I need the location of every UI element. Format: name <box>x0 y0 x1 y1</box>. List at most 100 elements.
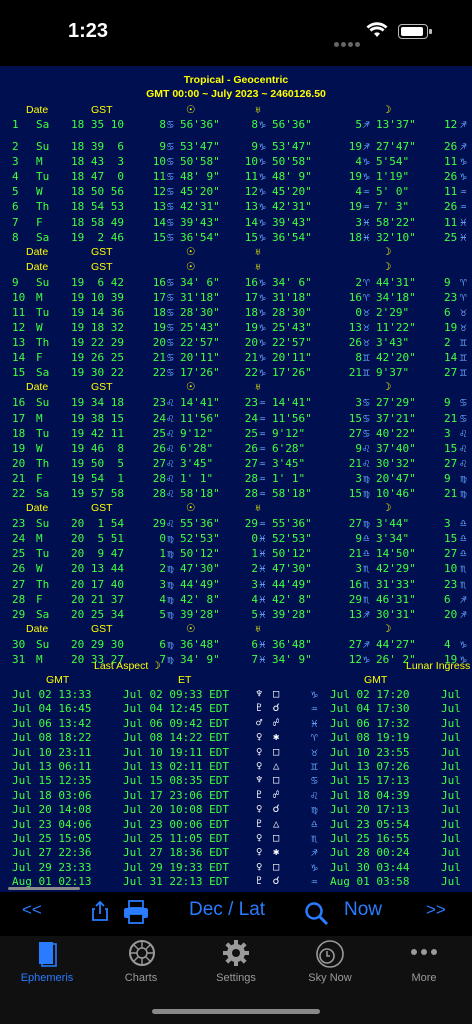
moon-degree: 19 <box>348 140 362 153</box>
sun-sign-glyph: ♍ <box>167 577 174 591</box>
print-icon[interactable] <box>122 900 150 929</box>
aspect-header-row: GMT ET GMT <box>0 674 472 688</box>
ephemeris-row: 20 Th 19 50 5 27 ♌ 3'45" 27 ♒ 3'45" 21 ♌ 30'32" 27 ♌ <box>0 457 472 471</box>
next-column-sign: ♉ <box>460 321 467 334</box>
sun-minutes: 47'30" <box>180 562 220 576</box>
now-button[interactable]: Now <box>344 899 382 921</box>
wifi-icon <box>366 22 388 42</box>
ingress-sign-glyph: ♌ <box>311 788 318 802</box>
ingress-gmt-time: Aug 01 03:58 <box>330 875 410 889</box>
next-column-degree: 26 <box>444 170 458 184</box>
dec-lat-toggle-button[interactable]: Dec / Lat <box>189 899 265 921</box>
ephemeris-row: 1 Sa 18 35 10 8 ♋ 56'36" 8 ♑ 56'36" 5 ♐ 13'37" 12 ♐ <box>0 118 472 132</box>
search-icon[interactable] <box>304 901 330 932</box>
uranus-degree: 10 <box>244 155 258 169</box>
uranus-degree: 11 <box>244 170 258 184</box>
aspect-glyph: □ <box>273 832 280 844</box>
home-indicator <box>152 1009 320 1014</box>
sun-sign-glyph: ♋ <box>167 290 174 304</box>
moon-minutes: 58'22" <box>376 215 416 229</box>
next-month-button[interactable]: >> <box>426 900 446 920</box>
weekday: Th <box>36 456 50 470</box>
uranus-sign-glyph: ♑ <box>259 118 266 131</box>
sidereal-time: 20 25 34 <box>71 607 124 621</box>
ephemeris-row: 2 Su 18 39 6 9 ♋ 53'47" 9 ♑ 53'47" 19 ♐ 27'47" 26 ♐ <box>0 140 472 154</box>
ephemeris-table[interactable]: Tropical - Geocentric GMT 00:00 ~ July 2… <box>0 66 472 892</box>
day-number: 8 <box>12 230 19 244</box>
sun-minutes: 14'41" <box>180 396 220 410</box>
next-column-sign: ♌ <box>460 441 467 455</box>
moon-degree: 3 <box>355 215 362 229</box>
bottom-toolbar: << Dec / Lat Now >> <box>0 892 472 936</box>
next-column-degree: 27 <box>444 456 458 470</box>
next-column-degree: 23 <box>444 290 458 304</box>
uranus-minutes: 58'18" <box>272 487 312 500</box>
aspect-gmt-time: Jul 02 13:33 <box>12 688 92 701</box>
uranus-sign-glyph: ♑ <box>259 140 266 153</box>
ingress-et-partial: Jul <box>441 788 461 802</box>
gst-column-header: GST <box>91 622 113 635</box>
horizontal-scroll-indicator[interactable] <box>8 887 80 890</box>
sun-sign-glyph: ♋ <box>167 170 174 184</box>
day-number: 21 <box>12 471 26 485</box>
planet-glyph: ♀ <box>256 860 263 873</box>
uranus-sign-glyph: ♒ <box>259 456 266 470</box>
tab-label: Sky Now <box>308 972 352 984</box>
moon-minutes: 1'19" <box>376 170 410 184</box>
next-column-sign: ♋ <box>460 396 467 410</box>
day-number: 2 <box>12 140 19 153</box>
sun-minutes: 42' 8" <box>180 592 220 606</box>
next-column-degree: 26 <box>444 200 458 214</box>
aspect-glyph: ☌ <box>273 702 280 715</box>
aspect-et-time: Jul 17 23:06 EDT <box>123 788 229 802</box>
sidereal-time: 19 22 29 <box>71 336 124 350</box>
moon-sign-glyph: ♈ <box>363 275 370 289</box>
last-aspect-title: Last Aspect ☽ <box>94 660 161 672</box>
sun-degree: 23 <box>152 396 166 410</box>
gst-column-header: GST <box>91 104 113 116</box>
sun-sign-glyph: ♍ <box>167 532 174 546</box>
aspect-gmt-time: Jul 04 16:45 <box>12 702 92 716</box>
sun-sign-glyph: ♋ <box>167 321 174 334</box>
moon-degree: 19 <box>348 170 362 184</box>
aspect-glyph: □ <box>273 745 280 758</box>
aspect-row: Jul 02 13:33 Jul 02 09:33 EDT ♆ □ ♑ Jul 02 17… <box>0 688 472 702</box>
weekday: M <box>36 155 43 169</box>
sun-sign-glyph: ♋ <box>167 200 174 214</box>
moon-sign-glyph: ♐ <box>363 118 370 131</box>
previous-month-button[interactable]: << <box>22 900 42 920</box>
ephemeris-row: 24 M 20 5 51 0 ♍ 52'53" 0 ♓ 52'53" 9 ♎ 3'34" 15 ♎ <box>0 532 472 546</box>
uranus-minutes: 14'41" <box>272 396 312 410</box>
ephemeris-row: 15 Sa 19 30 22 22 ♋ 17'26" 22 ♑ 17'26" 21 ♊ 9'37" 27… <box>0 366 472 380</box>
moon-minutes: 2'29" <box>376 305 410 319</box>
aspect-gmt-time: Jul 10 23:11 <box>12 745 92 759</box>
sidereal-time: 20 21 37 <box>71 592 124 606</box>
next-column-degree: 21 <box>444 411 458 425</box>
sidereal-time: 19 2 46 <box>71 230 124 244</box>
share-icon[interactable] <box>90 900 110 927</box>
day-number: 16 <box>12 396 26 410</box>
sun-minutes: 17'26" <box>180 366 220 380</box>
uranus-sign-glyph: ♒ <box>259 441 266 455</box>
sun-minutes: 9'12" <box>180 426 214 440</box>
sidereal-time: 20 1 54 <box>71 517 124 531</box>
uranus-minutes: 55'36" <box>272 517 312 531</box>
sidereal-time: 18 54 53 <box>71 200 124 214</box>
uranus-degree: 6 <box>251 637 258 651</box>
ingress-gmt-time: Jul 18 04:39 <box>330 788 410 802</box>
uranus-column-header: ♅ <box>254 381 262 394</box>
weekday: M <box>36 532 43 546</box>
sun-degree: 15 <box>152 230 166 244</box>
next-column-degree: 12 <box>444 118 458 131</box>
tab-label: More <box>411 972 437 984</box>
next-column-sign: ♌ <box>460 456 467 470</box>
moon-sign-glyph: ♊ <box>363 351 370 365</box>
sun-degree: 21 <box>152 351 166 365</box>
moon-degree: 19 <box>348 200 362 214</box>
aspect-gmt-time: Jul 06 13:42 <box>12 716 92 730</box>
uranus-minutes: 53'47" <box>272 140 312 153</box>
day-number: 27 <box>12 577 26 591</box>
aspect-row: Jul 06 13:42 Jul 06 09:42 EDT ♂ ☍ ♓ Jul 06 17… <box>0 717 472 731</box>
next-column-degree: 6 <box>444 592 451 606</box>
moon-sign-glyph: ♉ <box>363 305 370 319</box>
